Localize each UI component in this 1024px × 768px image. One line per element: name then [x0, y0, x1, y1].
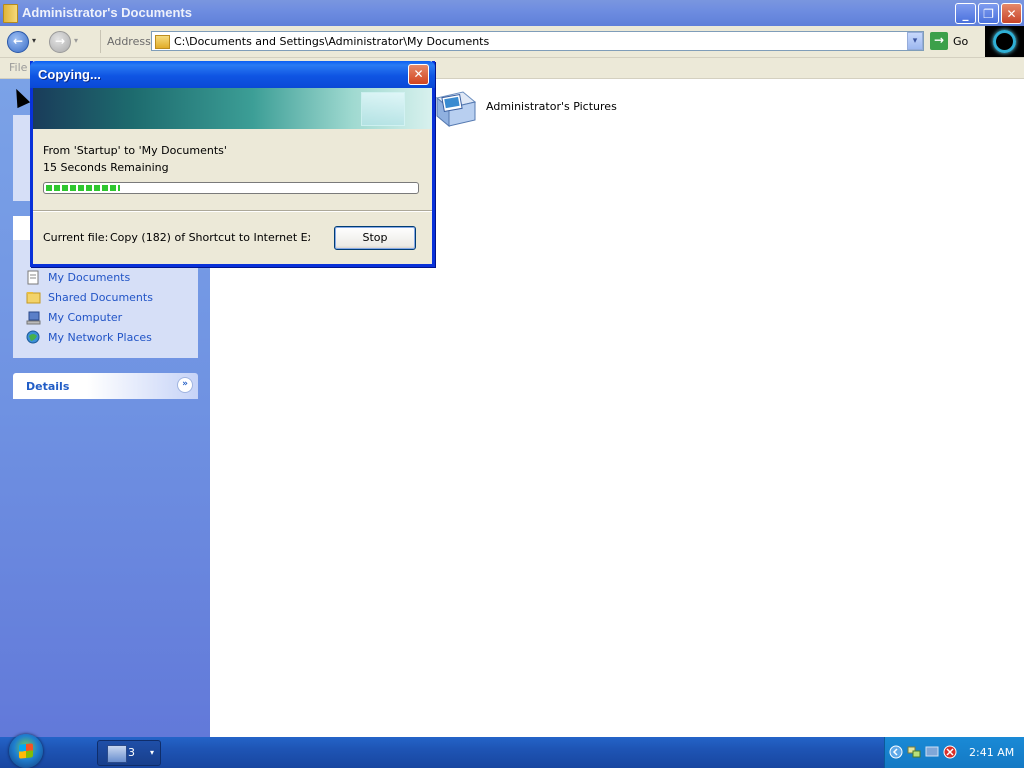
menu-file[interactable]: File — [9, 61, 27, 74]
copy-from-text: From 'Startup' to 'My Documents' — [43, 144, 227, 157]
taskbar-group-button[interactable]: 3 ▾ — [97, 740, 161, 766]
window-title: Administrator's Documents — [22, 5, 192, 20]
address-label: Address — [107, 35, 151, 48]
copying-dialog: Copying... ✕ From 'Startup' to 'My Docum… — [30, 61, 435, 267]
toolbar-separator — [100, 30, 101, 53]
system-tray: 2:41 AM — [884, 737, 1024, 768]
back-button[interactable]: ← — [7, 31, 29, 53]
chevron-down-icon[interactable]: » — [177, 377, 193, 393]
place-label[interactable]: My Documents — [48, 271, 130, 284]
windows-throbber-logo — [985, 26, 1024, 57]
place-label[interactable]: My Computer — [48, 311, 122, 324]
details-panel-header[interactable]: Details » — [13, 373, 198, 399]
explorer-window-icon — [107, 745, 127, 763]
restore-button[interactable]: ❐ — [978, 3, 999, 24]
start-button[interactable] — [9, 734, 43, 768]
copy-animation-banner — [33, 88, 432, 129]
display-icon[interactable] — [925, 745, 939, 759]
flying-papers-icon — [361, 92, 405, 126]
copy-progress-bar — [43, 182, 419, 194]
pictures-folder-icon[interactable] — [433, 90, 479, 128]
forward-button[interactable]: → — [49, 31, 71, 53]
time-remaining-text: 15 Seconds Remaining — [43, 161, 169, 174]
network-icon[interactable] — [907, 745, 921, 759]
minimize-button[interactable]: _ — [955, 3, 976, 24]
shared-documents-icon — [26, 292, 41, 304]
network-places-icon — [26, 330, 40, 344]
window-titlebar[interactable]: Administrator's Documents _ ❐ ✕ — [0, 0, 1024, 26]
current-file-label: Current file: — [43, 231, 109, 244]
details-title: Details — [26, 380, 70, 393]
my-computer-icon — [26, 311, 41, 325]
address-value[interactable]: C:\Documents and Settings\Administrator\… — [174, 35, 489, 48]
tray-collapse-icon[interactable] — [889, 745, 903, 759]
item-label[interactable]: Administrator's Pictures — [486, 100, 617, 113]
throbber-ring-icon — [993, 30, 1016, 53]
taskbar-dropdown-icon: ▾ — [150, 748, 155, 757]
back-dropdown-icon[interactable]: ▾ — [32, 36, 36, 45]
address-input[interactable]: C:\Documents and Settings\Administrator\… — [151, 31, 924, 51]
taskbar-group-count: 3 — [128, 746, 135, 759]
folder-icon — [155, 35, 170, 49]
my-documents-icon — [27, 270, 39, 285]
address-dropdown-button[interactable]: ▾ — [907, 32, 923, 50]
dialog-title: Copying... — [38, 67, 101, 82]
progress-fill — [46, 185, 120, 191]
forward-arrow-icon: → — [54, 34, 66, 48]
tray-clock[interactable]: 2:41 AM — [969, 746, 1014, 759]
security-alert-icon[interactable] — [943, 745, 957, 759]
place-label[interactable]: Shared Documents — [48, 291, 153, 304]
go-arrow-icon[interactable]: → — [930, 32, 948, 50]
windows-flag-icon — [19, 743, 33, 759]
current-file-value: Copy (182) of Shortcut to Internet Explo… — [110, 231, 310, 244]
close-window-button[interactable]: ✕ — [1001, 3, 1022, 24]
go-button[interactable]: Go — [953, 35, 968, 48]
back-arrow-icon: ← — [12, 34, 24, 48]
dialog-close-button[interactable]: ✕ — [408, 64, 429, 85]
stop-button[interactable]: Stop — [334, 226, 416, 250]
place-label[interactable]: My Network Places — [48, 331, 152, 344]
dialog-divider — [33, 210, 432, 212]
folder-icon — [3, 4, 18, 23]
dialog-titlebar[interactable]: Copying... ✕ — [30, 61, 435, 88]
forward-dropdown-icon[interactable]: ▾ — [74, 36, 78, 45]
